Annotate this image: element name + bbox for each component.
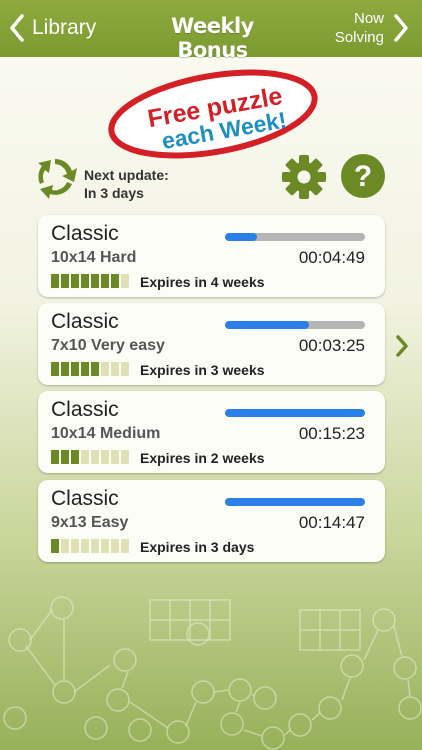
update-row: Next update: In 3 days ? <box>32 152 392 202</box>
puzzle-card[interactable]: Classic 10x14 Hard 00:04:49 Expires in 4 we… <box>38 215 385 297</box>
expiry-indicator <box>51 274 131 288</box>
puzzle-size-difficulty: 10x14 Hard <box>51 249 137 266</box>
expiry-block <box>61 362 69 376</box>
now-solving-label: Now Solving <box>335 9 384 47</box>
svg-text:?: ? <box>354 160 372 193</box>
puzzle-time: 00:14:47 <box>298 513 365 532</box>
gear-icon[interactable] <box>280 153 328 201</box>
expiry-indicator <box>51 539 131 553</box>
expiry-block <box>51 450 59 464</box>
expiry-block <box>121 274 129 288</box>
expiry-block <box>71 274 79 288</box>
puzzle-time: 00:03:25 <box>298 336 365 355</box>
puzzle-type: Classic <box>51 398 119 421</box>
expiry-block <box>81 274 89 288</box>
puzzle-type: Classic <box>51 222 119 245</box>
free-puzzle-badge: Free puzzle each Week! <box>108 69 318 159</box>
expiry-text: Expires in 3 weeks <box>140 362 265 378</box>
chevron-right-icon <box>394 14 408 42</box>
expiry-block <box>81 539 89 553</box>
expiry-block <box>101 362 109 376</box>
expiry-block <box>51 274 59 288</box>
expiry-block <box>71 450 79 464</box>
expiry-text: Expires in 3 days <box>140 539 255 555</box>
back-label: Library <box>32 16 97 39</box>
expiry-block <box>91 539 99 553</box>
progress-bar <box>225 498 365 506</box>
expiry-block <box>121 539 129 553</box>
now-solving-button[interactable]: Now Solving <box>335 8 410 48</box>
progress-fill <box>225 233 258 241</box>
now-solving-line1: Now <box>353 10 384 27</box>
expiry-indicator <box>51 450 131 464</box>
next-update-label: Next update: <box>84 167 169 183</box>
expiry-block <box>51 362 59 376</box>
expiry-block <box>121 362 129 376</box>
refresh-icon[interactable] <box>32 154 78 200</box>
expiry-block <box>71 539 79 553</box>
puzzle-size-difficulty: 9x13 Easy <box>51 514 129 531</box>
navigation-bar: Library Weekly Bonus Now Solving <box>0 0 422 62</box>
help-icon[interactable]: ? <box>340 153 386 199</box>
expiry-block <box>111 274 119 288</box>
expiry-block <box>101 539 109 553</box>
expiry-block <box>101 274 109 288</box>
background-puzzle-pattern <box>3 596 422 750</box>
progress-fill <box>225 409 365 417</box>
progress-fill <box>225 321 309 329</box>
expiry-block <box>111 362 119 376</box>
progress-bar <box>225 321 365 329</box>
puzzle-type: Classic <box>51 310 119 333</box>
progress-bar <box>225 409 365 417</box>
expiry-block <box>81 362 89 376</box>
expiry-block <box>81 450 89 464</box>
chevron-right-icon[interactable] <box>394 334 410 358</box>
puzzle-card[interactable]: Classic 10x14 Medium 00:15:23 Expires in 2 … <box>38 391 385 473</box>
expiry-indicator <box>51 362 131 376</box>
puzzle-time: 00:15:23 <box>298 424 365 443</box>
puzzle-card[interactable]: Classic 9x13 Easy 00:14:47 Expires in 3 day… <box>38 480 385 562</box>
expiry-block <box>111 450 119 464</box>
expiry-block <box>61 539 69 553</box>
expiry-block <box>101 450 109 464</box>
expiry-text: Expires in 4 weeks <box>140 274 265 290</box>
now-solving-line2: Solving <box>334 29 384 46</box>
expiry-block <box>61 274 69 288</box>
next-update-text: Next update: In 3 days <box>84 166 169 202</box>
puzzle-card[interactable]: Classic 7x10 Very easy 00:03:25 Expires in … <box>38 303 385 385</box>
expiry-block <box>71 362 79 376</box>
puzzle-size-difficulty: 10x14 Medium <box>51 425 161 442</box>
progress-bar <box>225 233 365 241</box>
expiry-block <box>91 274 99 288</box>
puzzle-type: Classic <box>51 487 119 510</box>
puzzle-time: 00:04:49 <box>298 248 365 267</box>
expiry-block <box>91 362 99 376</box>
expiry-text: Expires in 2 weeks <box>140 450 265 466</box>
expiry-block <box>111 539 119 553</box>
library-back-button[interactable]: Library <box>8 12 96 44</box>
page-title: Weekly Bonus <box>171 14 254 62</box>
progress-fill <box>225 498 365 506</box>
expiry-block <box>121 450 129 464</box>
expiry-block <box>51 539 59 553</box>
next-update-value: In 3 days <box>84 185 144 201</box>
expiry-block <box>91 450 99 464</box>
chevron-left-icon <box>10 14 24 42</box>
puzzle-size-difficulty: 7x10 Very easy <box>51 337 165 354</box>
expiry-block <box>61 450 69 464</box>
